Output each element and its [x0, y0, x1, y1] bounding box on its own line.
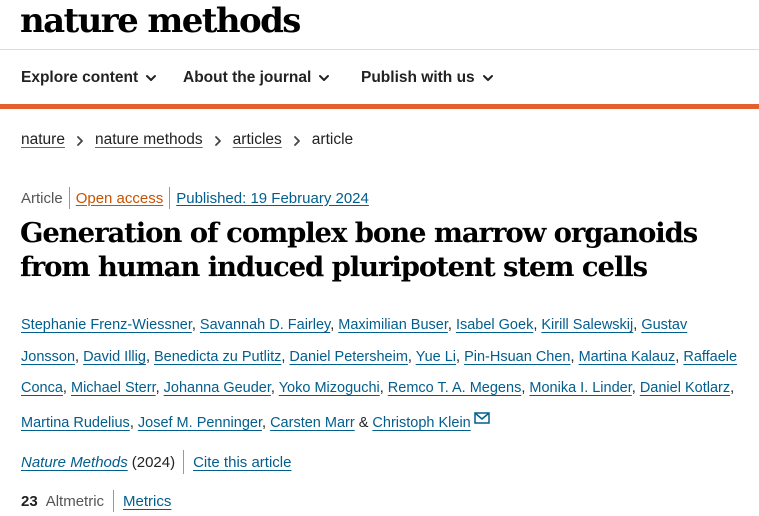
divider — [183, 450, 185, 474]
publication-year: (2024) — [131, 453, 176, 471]
nav-label: Publish with us — [361, 69, 475, 86]
divider — [113, 490, 115, 512]
breadcrumb-nature[interactable]: nature — [21, 131, 65, 149]
metrics-bar: 23 Altmetric Metrics — [21, 490, 171, 512]
chevron-right-icon — [75, 134, 85, 146]
article-meta: Article Open access Published: 19 Februa… — [21, 187, 369, 209]
author-link[interactable]: Stephanie Frenz-Wiessner — [21, 317, 192, 333]
author-link[interactable]: Savannah D. Fairley — [200, 317, 330, 333]
chevron-right-icon — [292, 134, 302, 146]
divider — [169, 187, 171, 209]
author-link[interactable]: Josef M. Penninger — [138, 415, 262, 431]
author-link[interactable]: Johanna Geuder — [164, 380, 271, 396]
masthead: nature methods — [0, 0, 759, 50]
altmetric-label: Altmetric — [45, 492, 105, 510]
breadcrumb-articles[interactable]: articles — [233, 131, 282, 149]
breadcrumb: nature nature methods articles article — [21, 131, 353, 149]
author-link[interactable]: Christoph Klein — [372, 415, 470, 431]
citation-line: Nature Methods (2024) Cite this article — [21, 450, 291, 474]
author-link[interactable]: Maximilian Buser — [338, 317, 448, 333]
chevron-down-icon — [144, 71, 158, 85]
published-date-link[interactable]: Published: 19 February 2024 — [176, 190, 369, 207]
author-link[interactable]: Pin-Hsuan Chen — [464, 349, 570, 365]
author-link[interactable]: David Illig — [83, 349, 146, 365]
metrics-link[interactable]: Metrics — [123, 493, 171, 510]
author-link[interactable]: Isabel Goek — [456, 317, 533, 333]
author-link[interactable]: Yue Li — [416, 349, 456, 365]
author-link[interactable]: Martina Kalauz — [579, 349, 676, 365]
main-nav: Explore content About the journal Publis… — [0, 51, 759, 105]
breadcrumb-nature-methods[interactable]: nature methods — [95, 131, 203, 149]
nav-label: Explore content — [21, 69, 139, 86]
author-list: Stephanie Frenz-Wiessner, Savannah D. Fa… — [21, 310, 746, 439]
article-title: Generation of complex bone marrow organo… — [20, 217, 698, 283]
altmetric-score: 23 — [21, 492, 38, 510]
author-link[interactable]: Monika I. Linder — [529, 380, 631, 396]
nav-label: About the journal — [183, 69, 312, 86]
author-link[interactable]: Michael Sterr — [71, 380, 156, 396]
author-link[interactable]: Kirill Salewskij — [541, 317, 633, 333]
accent-bar — [0, 104, 759, 109]
author-link[interactable]: Martina Rudelius — [21, 415, 130, 431]
envelope-icon[interactable] — [474, 405, 490, 437]
author-link[interactable]: Benedicta zu Putlitz — [154, 349, 281, 365]
author-link[interactable]: Yoko Mizoguchi — [279, 380, 380, 396]
breadcrumb-current: article — [311, 131, 354, 148]
nav-explore-content[interactable]: Explore content — [21, 69, 158, 87]
nav-publish-with-us[interactable]: Publish with us — [361, 69, 495, 87]
chevron-down-icon — [481, 71, 495, 85]
chevron-down-icon — [317, 71, 331, 85]
author-link[interactable]: Daniel Petersheim — [289, 349, 407, 365]
journal-logo[interactable]: nature methods — [20, 1, 301, 41]
journal-link[interactable]: Nature Methods — [21, 454, 128, 471]
open-access-link[interactable]: Open access — [76, 190, 164, 207]
chevron-right-icon — [213, 134, 223, 146]
divider — [68, 187, 70, 209]
article-type: Article — [21, 189, 63, 207]
author-link[interactable]: Daniel Kotlarz — [640, 380, 730, 396]
nav-about-journal[interactable]: About the journal — [183, 69, 331, 87]
cite-article-link[interactable]: Cite this article — [193, 454, 291, 471]
author-link[interactable]: Carsten Marr — [270, 415, 355, 431]
author-link[interactable]: Remco T. A. Megens — [388, 380, 522, 396]
